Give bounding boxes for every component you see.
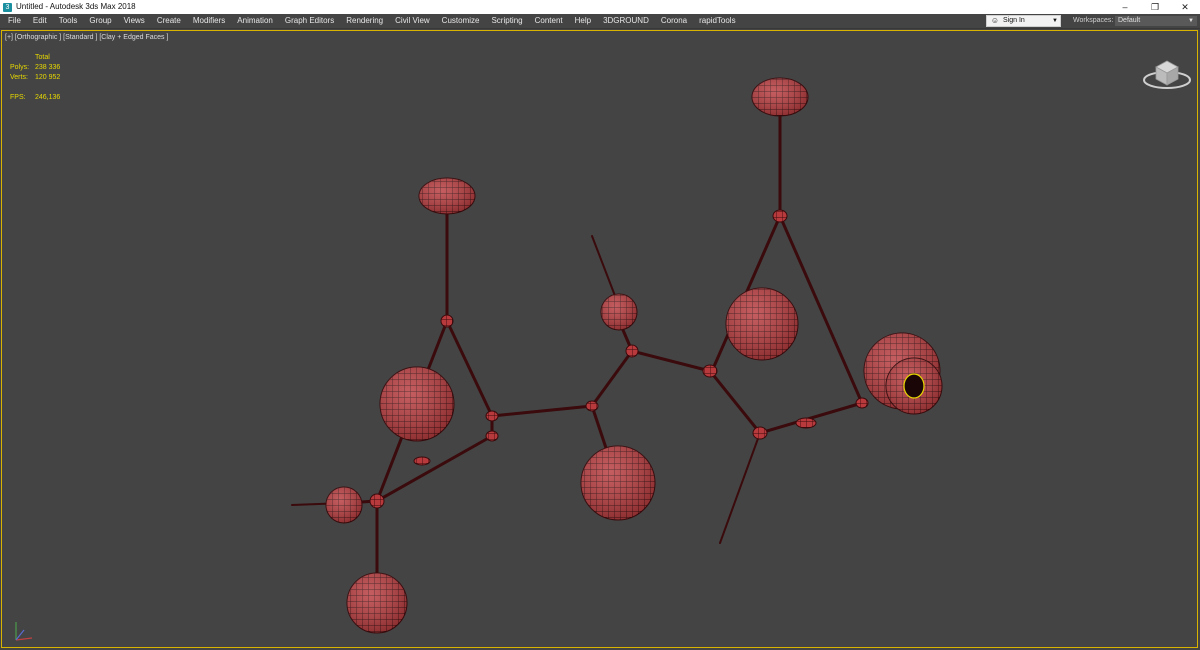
chevron-down-icon: ▼	[1052, 18, 1058, 24]
axis-tripod-icon	[15, 622, 33, 641]
menu-items: File Edit Tools Group Views Create Modifiers An…	[0, 14, 742, 28]
verts-row: Verts: 120 952	[10, 73, 60, 83]
menu-item-rapidtools[interactable]: rapidTools	[693, 14, 741, 28]
perspective-viewport[interactable]: [+] [Orthographic ] [Standard ] [Clay + …	[1, 30, 1198, 648]
chevron-down-icon: ▼	[1188, 18, 1194, 24]
workspace-value: Default	[1118, 17, 1141, 24]
viewport-statistics: Total Polys: 238 336 Verts: 120 952 FPS:…	[10, 53, 60, 103]
menu-item-views[interactable]: Views	[118, 14, 151, 28]
menu-bar: File Edit Tools Group Views Create Modifiers An…	[0, 14, 1200, 29]
fps-label: FPS:	[10, 94, 26, 101]
menu-item-help[interactable]: Help	[569, 14, 597, 28]
fps-row: FPS: 246,136	[10, 93, 60, 103]
menu-item-group[interactable]: Group	[83, 14, 117, 28]
restore-button[interactable]: ❐	[1140, 0, 1170, 14]
menu-item-create[interactable]: Create	[151, 14, 187, 28]
stats-header: Total	[35, 54, 50, 61]
chandelier-spikes	[291, 235, 761, 544]
ceiling-canopies	[418, 77, 809, 215]
viewport-label-menu[interactable]: [+] [Orthographic ] [Standard ] [Clay + …	[5, 34, 168, 41]
workspace-select[interactable]: Default ▼	[1115, 16, 1197, 26]
menu-item-edit[interactable]: Edit	[27, 14, 53, 28]
menu-item-corona[interactable]: Corona	[655, 14, 693, 28]
window-title: Untitled - Autodesk 3ds Max 2018	[16, 2, 136, 11]
polys-row: Polys: 238 336	[10, 63, 60, 73]
minimize-button[interactable]: –	[1110, 0, 1140, 14]
menu-item-civil-view[interactable]: Civil View	[389, 14, 436, 28]
menu-item-animation[interactable]: Animation	[231, 14, 279, 28]
sign-in-dropdown[interactable]: ☺ Sign In ▼	[986, 15, 1061, 27]
scene-render[interactable]	[2, 31, 1198, 648]
sign-in-label: Sign In	[1003, 17, 1025, 24]
verts-label: Verts:	[10, 74, 28, 81]
polys-label: Polys:	[10, 64, 30, 71]
menu-item-scripting[interactable]: Scripting	[485, 14, 528, 28]
menu-item-file[interactable]: File	[2, 14, 27, 28]
menu-item-rendering[interactable]: Rendering	[340, 14, 389, 28]
close-button[interactable]: ✕	[1170, 0, 1200, 14]
workspaces-label: Workspaces:	[1073, 17, 1114, 24]
window-controls: – ❐ ✕	[1110, 0, 1200, 14]
menu-item-content[interactable]: Content	[529, 14, 569, 28]
user-icon: ☺	[990, 16, 1000, 25]
title-bar: 3 Untitled - Autodesk 3ds Max 2018 – ❐ ✕	[0, 0, 1200, 14]
viewcube-icon[interactable]	[1142, 53, 1192, 91]
menu-item-modifiers[interactable]: Modifiers	[187, 14, 231, 28]
menu-item-tools[interactable]: Tools	[53, 14, 84, 28]
menu-item-3dground[interactable]: 3DGROUND	[597, 14, 655, 28]
menu-item-customize[interactable]: Customize	[436, 14, 486, 28]
polys-value: 238 336	[35, 64, 61, 71]
menu-item-graph-editors[interactable]: Graph Editors	[279, 14, 340, 28]
verts-value: 120 952	[35, 74, 61, 81]
app-icon: 3	[3, 2, 12, 12]
fps-value: 246,136	[35, 94, 61, 101]
